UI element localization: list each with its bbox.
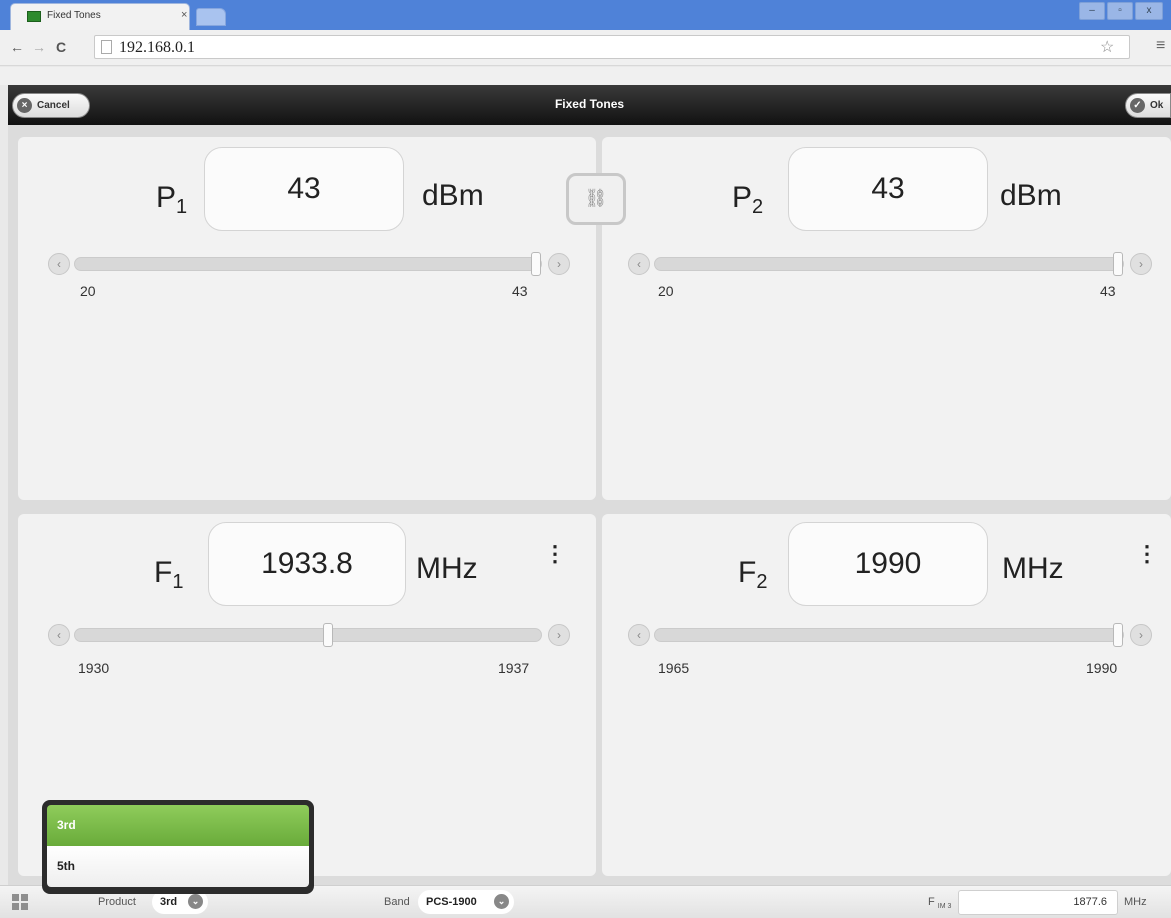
tab-close-icon[interactable]: × (181, 9, 187, 21)
f1-symbol: F1 (154, 556, 184, 593)
p1-slider-thumb[interactable] (531, 252, 541, 276)
bookmark-star-icon[interactable]: ☆ (1100, 37, 1114, 57)
p2-increment-icon[interactable]: › (1130, 253, 1152, 275)
f1-slider-track[interactable] (74, 623, 542, 647)
fim-label: F IM 3 (928, 896, 952, 911)
f1-more-icon[interactable]: ⋮ (544, 543, 566, 565)
browser-menu-icon[interactable]: ≡ (1156, 37, 1165, 55)
p2-min-label: 20 (658, 283, 674, 299)
p2-value-input[interactable]: 43 (788, 147, 988, 231)
maximize-button[interactable]: ▫ (1107, 2, 1133, 20)
chevron-down-icon: ⌄ (188, 894, 203, 909)
band-label: Band (384, 896, 410, 908)
p1-max-label: 43 (512, 283, 528, 299)
new-tab-button[interactable] (196, 8, 226, 26)
panel-p2: P2 43 dBm ‹ › 20 43 (602, 137, 1171, 500)
f2-slider-track[interactable] (654, 623, 1124, 647)
window-controls: – ▫ x (1079, 2, 1165, 20)
link-power-button[interactable]: ⛓ (566, 173, 626, 225)
ok-button[interactable]: ✓ Ok (1125, 93, 1171, 118)
product-option-5th[interactable]: 5th (47, 846, 309, 887)
p1-unit: dBm (422, 179, 484, 212)
tab-favicon-icon (27, 11, 41, 22)
fim-unit: MHz (1124, 896, 1147, 908)
fim-value-field: 1877.6 (958, 890, 1118, 915)
minimize-button[interactable]: – (1079, 2, 1105, 20)
browser-tab[interactable]: Fixed Tones × (10, 3, 190, 30)
band-select[interactable]: PCS-1900 ⌄ (418, 890, 514, 914)
f1-value-input[interactable]: 1933.8 (208, 522, 406, 606)
app-header: × Cancel Fixed Tones ✓ Ok (8, 85, 1171, 125)
page-icon (101, 40, 112, 54)
f2-min-label: 1965 (658, 660, 690, 676)
product-label: Product (98, 896, 136, 908)
tab-title: Fixed Tones (47, 10, 101, 21)
f1-increment-icon[interactable]: › (548, 624, 570, 646)
grid-menu-icon[interactable] (12, 894, 28, 910)
product-dropdown-menu: 3rd 5th (42, 800, 314, 894)
f2-unit: MHz (1002, 552, 1064, 585)
forward-icon[interactable]: → (32, 39, 46, 55)
f2-more-icon[interactable]: ⋮ (1136, 543, 1158, 565)
back-icon[interactable]: ← (10, 39, 24, 55)
f2-increment-icon[interactable]: › (1130, 624, 1152, 646)
p1-min-label: 20 (80, 283, 96, 299)
address-bar[interactable]: 192.168.0.1 (94, 35, 1130, 59)
page-title: Fixed Tones (554, 97, 625, 111)
p2-slider-thumb[interactable] (1113, 252, 1123, 276)
f2-slider-thumb[interactable] (1113, 623, 1123, 647)
ok-icon: ✓ (1130, 98, 1145, 113)
panel-f2: F2 1990 MHz ⋮ ‹ › 1965 1990 (602, 514, 1171, 876)
f2-symbol: F2 (738, 556, 768, 593)
tones-content: P1 43 dBm ‹ › 20 43 P2 43 dBm ‹ › 20 43 … (8, 125, 1171, 885)
chevron-down-icon: ⌄ (494, 894, 509, 909)
p1-symbol: P1 (156, 181, 188, 218)
p2-decrement-icon[interactable]: ‹ (628, 253, 650, 275)
f2-decrement-icon[interactable]: ‹ (628, 624, 650, 646)
browser-tab-bar: Fixed Tones × – ▫ x (0, 0, 1171, 30)
f2-max-label: 1990 (1086, 660, 1118, 676)
product-option-3rd[interactable]: 3rd (47, 805, 309, 846)
ok-label: Ok (1150, 100, 1164, 111)
p1-increment-icon[interactable]: › (548, 253, 570, 275)
f1-min-label: 1930 (78, 660, 110, 676)
toolbar-spacer (0, 67, 1171, 85)
product-value: 3rd (160, 896, 178, 908)
browser-toolbar: ← → C 192.168.0.1 ☆ ≡ (0, 30, 1171, 66)
link-icon: ⛓ (584, 188, 608, 208)
close-window-button[interactable]: x (1135, 2, 1163, 20)
p2-slider-track[interactable] (654, 252, 1124, 276)
f1-decrement-icon[interactable]: ‹ (48, 624, 70, 646)
p1-decrement-icon[interactable]: ‹ (48, 253, 70, 275)
p1-value-input[interactable]: 43 (204, 147, 404, 231)
p2-unit: dBm (1000, 179, 1062, 212)
reload-icon[interactable]: C (56, 39, 66, 55)
panel-p1: P1 43 dBm ‹ › 20 43 (18, 137, 596, 500)
f1-unit: MHz (416, 552, 478, 585)
f1-max-label: 1937 (498, 660, 530, 676)
p1-slider-track[interactable] (74, 252, 542, 276)
band-value: PCS-1900 (426, 896, 477, 908)
p2-max-label: 43 (1100, 283, 1116, 299)
f1-slider-thumb[interactable] (323, 623, 333, 647)
p2-symbol: P2 (732, 181, 764, 218)
url-text: 192.168.0.1 (119, 39, 195, 56)
f2-value-input[interactable]: 1990 (788, 522, 988, 606)
